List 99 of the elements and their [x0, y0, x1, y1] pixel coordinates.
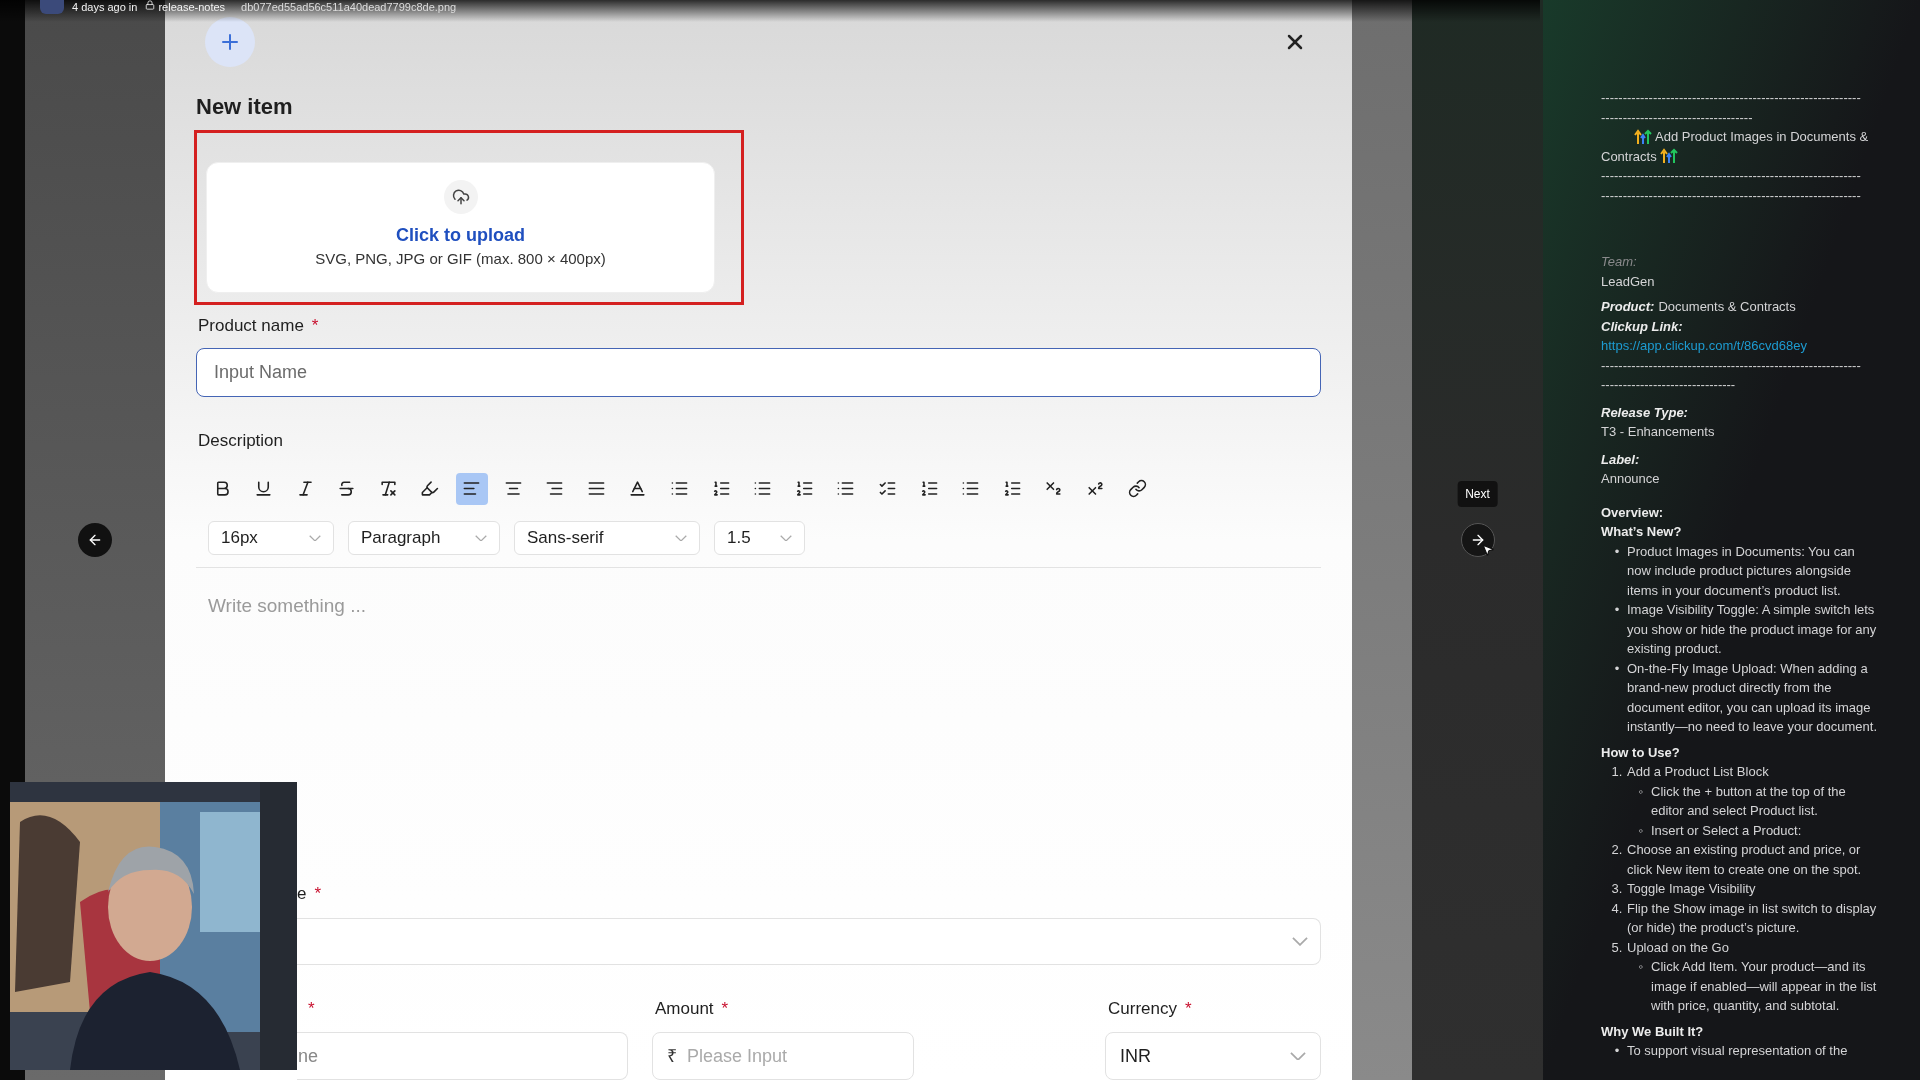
list-item-text: To support visual representation of the — [1627, 1042, 1848, 1060]
required-asterisk: * — [308, 999, 315, 1019]
list-item-text: Product Images in Documents: You can now include product pictures alongside items in your document’s product list. — [1627, 542, 1856, 600]
previous-button[interactable] — [78, 523, 112, 557]
chevron-down-icon — [1292, 937, 1308, 946]
numbered-list-icon — [794, 479, 814, 499]
dropdown[interactable]: 16px — [208, 520, 334, 555]
numbered-list-icon — [711, 479, 731, 499]
field-value: T3 - Enhancements — [1601, 423, 1716, 441]
required-asterisk: * — [721, 999, 729, 1019]
channel-name[interactable]: release-notes — [158, 0, 226, 14]
arrows-icon — [1634, 128, 1652, 145]
toolbar-button[interactable] — [455, 472, 488, 505]
field-label: Label: — [1601, 450, 1641, 469]
list-marker: • — [1613, 659, 1621, 678]
numbered-list-icon — [1002, 479, 1022, 499]
list-item-text: Upload on the Go — [1627, 938, 1729, 957]
list-item-text: Click the + button at the top of the editor and select Product list. — [1651, 782, 1847, 820]
dropdown[interactable]: Sans-serif — [514, 520, 700, 555]
lock-icon — [145, 0, 156, 10]
field-label: e — [297, 883, 307, 904]
dashed-separator: ------------------------------- — [1601, 376, 1737, 394]
list-item-text: On-the-Fly Image Upload: When adding a brand-new product directly from the document editor, you can upload its image instantly—no need to leave your document. — [1627, 659, 1878, 736]
list-marker: 4. — [1610, 899, 1624, 918]
release-headline: Contracts — [1601, 147, 1657, 166]
clear-format-icon — [378, 479, 398, 499]
field-value: Announce — [1601, 470, 1661, 488]
section-heading: Why We Built It? — [1601, 1022, 1705, 1041]
section-heading: What’s New? — [1601, 523, 1683, 541]
link-icon — [1127, 479, 1147, 499]
list-marker: ◦ — [1637, 821, 1645, 840]
list-marker: ◦ — [1637, 958, 1645, 976]
required-asterisk: * — [314, 883, 322, 904]
release-headline: Add Product Images in Documents & — [1655, 128, 1869, 146]
dropdown[interactable]: 1.5 — [714, 520, 805, 555]
list-item-text: Flip the Show image in list switch to display (or hide) the product’s picture. — [1627, 899, 1878, 937]
tooltip: Next — [1457, 481, 1498, 507]
field-label: Product: — [1601, 298, 1655, 316]
arrows-icon — [1659, 148, 1678, 165]
list-item-text: Choose an existing product and price, or click New item to create one on the spot. — [1627, 841, 1863, 879]
highlighter-icon — [420, 479, 440, 499]
field-label: Description — [198, 429, 285, 452]
dashed-separator: ------------------------------------------------------------ — [1601, 186, 1862, 205]
list-item-text: Image Visibility Toggle: A simple switch lets you show or hide the product image for any existing product. — [1627, 601, 1878, 658]
field-value: LeadGen — [1601, 272, 1656, 291]
field-label: Product name — [198, 314, 304, 337]
dropdown[interactable]: Paragraph — [348, 520, 500, 555]
next-button[interactable] — [1460, 523, 1495, 557]
upload-icon — [451, 188, 470, 206]
list-marker: 1. — [1610, 763, 1624, 781]
field-label: Team: — [1601, 253, 1638, 271]
chevron-down-icon — [780, 534, 792, 542]
required-asterisk: * — [1184, 999, 1192, 1019]
required-asterisk: * — [311, 314, 319, 337]
underline-icon — [254, 479, 274, 499]
avatar — [40, 0, 64, 14]
dashed-separator: ------------------------------------------------------------ — [1601, 89, 1862, 107]
field-label: Clickup Link: — [1601, 317, 1684, 336]
post-meta: 4 days ago in — [72, 0, 138, 14]
currency-symbol: ₹ — [667, 1045, 677, 1067]
field-label: Release Type: — [1601, 403, 1689, 422]
left-arrow-icon — [87, 532, 103, 548]
chevron-down-icon — [675, 534, 687, 542]
dashed-separator: ------------------------------------------------------------ — [1601, 356, 1862, 375]
text-field[interactable]: ne — [297, 1032, 628, 1080]
field-value: Documents & Contracts — [1658, 298, 1796, 316]
list-item-text: Click Add Item. Your product—and its image if enabled—will appear in the list with price, quantity, and subtotal. — [1651, 958, 1878, 1015]
chevron-down-icon — [475, 534, 487, 542]
field-label: Currency — [1108, 999, 1177, 1019]
list-marker: 2. — [1610, 841, 1624, 859]
list-item-text: Add a Product List Block — [1627, 763, 1769, 781]
field-label: Amount — [655, 999, 714, 1019]
section-heading: Overview: — [1601, 503, 1665, 522]
list-item-text: Toggle Image Visibility — [1627, 880, 1756, 898]
dashed-separator: ----------------------------------- — [1601, 108, 1754, 127]
numbered-list-icon — [919, 479, 939, 499]
text-color-icon — [628, 479, 648, 499]
list-marker: • — [1613, 1042, 1621, 1060]
section-heading: How to Use? — [1601, 743, 1681, 762]
list-marker: • — [1613, 601, 1621, 619]
list-marker: • — [1613, 542, 1621, 561]
upload-link[interactable]: Click to upload — [396, 224, 525, 246]
strikethrough-icon — [337, 479, 357, 499]
list-item-text: Insert or Select a Product: — [1651, 821, 1802, 840]
chevron-down-icon — [1290, 1051, 1306, 1061]
currency-select[interactable]: INR — [1105, 1032, 1321, 1080]
add-button[interactable] — [205, 17, 255, 67]
clickup-link[interactable]: https://app.clickup.com/t/86cvd68ey — [1601, 336, 1878, 356]
upload-area[interactable]: Click to upload SVG, PNG, JPG or GIF (max. 800 × 400px) — [206, 162, 715, 293]
dashed-separator: ------------------------------------------------------------ — [1601, 167, 1862, 185]
select-field[interactable] — [297, 917, 1321, 965]
upload-hint: SVG, PNG, JPG or GIF (max. 800 × 400px) — [315, 249, 606, 268]
list-marker: 5. — [1610, 938, 1624, 957]
list-marker: 3. — [1610, 880, 1624, 898]
chevron-down-icon — [309, 534, 321, 542]
list-marker: ◦ — [1637, 782, 1645, 801]
file-name: db077ed55ad56c511a40dead7799c8de.png — [241, 0, 457, 14]
product-name-field[interactable]: Input Name — [196, 347, 1321, 397]
dialog-title: New item — [196, 93, 294, 121]
